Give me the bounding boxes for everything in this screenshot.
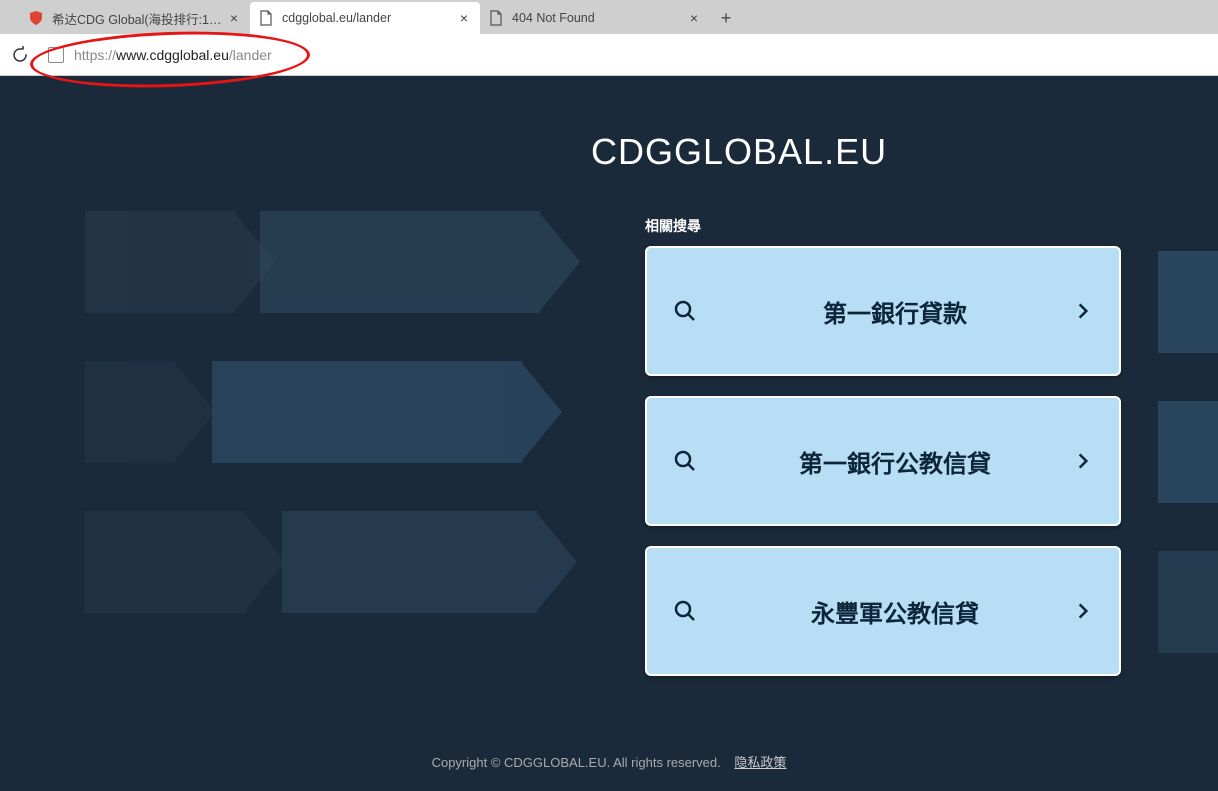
chevron-right-icon xyxy=(1073,451,1093,471)
chevron-right-icon xyxy=(1073,301,1093,321)
refresh-button[interactable] xyxy=(8,43,32,67)
related-searches: 相關搜尋 第一銀行貸款 第一銀行公教信貸 永豐軍公教信貸 xyxy=(645,216,1121,696)
privacy-link[interactable]: 隐私政策 xyxy=(734,755,786,770)
close-icon[interactable]: × xyxy=(456,10,472,26)
page-content: CDGGLOBAL.EU 相關搜尋 第一銀行貸款 第一銀行公教信貸 xyxy=(0,76,1218,791)
new-tab-button[interactable]: + xyxy=(710,2,742,34)
url-path: /lander xyxy=(229,47,272,63)
related-search-item-0[interactable]: 第一銀行貸款 xyxy=(645,246,1121,376)
decorative-arrows-right xyxy=(1158,251,1218,701)
file-icon xyxy=(258,10,274,26)
related-search-item-1[interactable]: 第一銀行公教信貸 xyxy=(645,396,1121,526)
search-icon xyxy=(673,449,697,473)
related-searches-label: 相關搜尋 xyxy=(645,216,1121,236)
related-search-label: 第一銀行公教信貸 xyxy=(717,444,1073,479)
close-icon[interactable]: × xyxy=(226,10,242,26)
browser-tab-0[interactable]: 希达CDG Global(海投排行:1255)_ × xyxy=(20,2,250,34)
address-bar: https://www.cdgglobal.eu/lander xyxy=(0,34,1218,76)
copyright-text: Copyright © CDGGLOBAL.EU. All rights res… xyxy=(432,755,721,770)
url-input[interactable]: https://www.cdgglobal.eu/lander xyxy=(36,40,1210,70)
file-icon xyxy=(488,10,504,26)
url-domain: www.cdgglobal.eu xyxy=(116,47,229,63)
tab-title: 404 Not Found xyxy=(512,11,686,25)
search-icon xyxy=(673,299,697,323)
close-icon[interactable]: × xyxy=(686,10,702,26)
url-protocol: https:// xyxy=(74,47,116,63)
search-icon xyxy=(673,599,697,623)
chevron-right-icon xyxy=(1073,601,1093,621)
shield-red-icon xyxy=(28,10,44,26)
decorative-arrows-left xyxy=(85,211,585,661)
related-search-label: 永豐軍公教信貸 xyxy=(717,594,1073,629)
browser-tab-2[interactable]: 404 Not Found × xyxy=(480,2,710,34)
related-search-label: 第一銀行貸款 xyxy=(717,294,1073,329)
browser-tab-1[interactable]: cdgglobal.eu/lander × xyxy=(250,2,480,34)
tab-title: cdgglobal.eu/lander xyxy=(282,11,456,25)
page-title: CDGGLOBAL.EU xyxy=(591,131,887,173)
site-info-icon[interactable] xyxy=(48,47,64,63)
page-footer: Copyright © CDGGLOBAL.EU. All rights res… xyxy=(0,752,1218,771)
related-search-item-2[interactable]: 永豐軍公教信貸 xyxy=(645,546,1121,676)
tab-strip: 希达CDG Global(海投排行:1255)_ × cdgglobal.eu/… xyxy=(0,0,1218,34)
tab-title: 希达CDG Global(海投排行:1255)_ xyxy=(52,9,226,28)
